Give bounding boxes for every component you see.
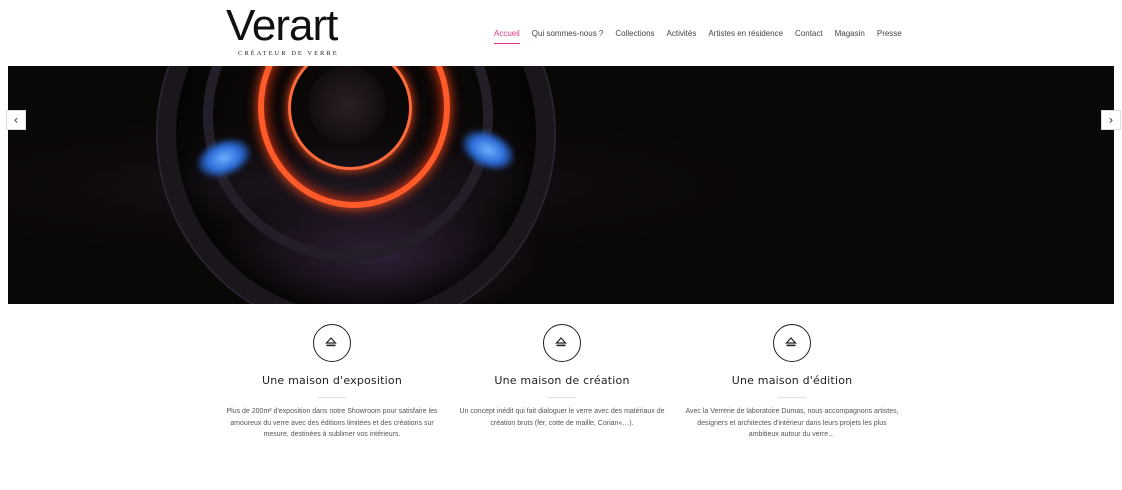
nav-item-presse[interactable]: Presse — [877, 29, 902, 38]
nav-item-collections[interactable]: Collections — [615, 29, 654, 38]
site-logo[interactable]: Verart CRÉATEUR DE VERRE — [226, 4, 346, 60]
eject-icon — [313, 324, 351, 362]
feature-description: Un concept inédit qui fait dialoguer le … — [459, 408, 665, 427]
nav-item-artistes-en-residence[interactable]: Artistes en résidence — [708, 29, 783, 38]
chevron-right-icon: › — [1108, 113, 1114, 127]
feature-divider — [548, 397, 576, 398]
hero-slider — [8, 66, 1114, 304]
feature-description: Avec la Verrerie de laboratoire Dumas, n… — [685, 408, 899, 438]
feature-title: Une maison d'exposition — [262, 374, 402, 387]
nav-item-contact[interactable]: Contact — [795, 29, 823, 38]
nav-item-qui-sommes-nous[interactable]: Qui sommes-nous ? — [532, 29, 604, 38]
hero-ring-center — [308, 66, 386, 144]
feature-creation: Une maison de création Un concept inédit… — [442, 324, 682, 429]
feature-divider — [318, 397, 346, 398]
eject-icon — [543, 324, 581, 362]
logo-tagline: CRÉATEUR DE VERRE — [238, 50, 339, 57]
main-nav: Accueil Qui sommes-nous ? Collections Ac… — [494, 29, 914, 44]
feature-edition: Une maison d'édition Avec la Verrerie de… — [672, 324, 912, 441]
logo-wordmark: Verart — [226, 1, 338, 50]
feature-description: Plus de 200m² d'exposition dans notre Sh… — [226, 408, 438, 438]
nav-item-activites[interactable]: Activités — [667, 29, 697, 38]
eject-icon — [773, 324, 811, 362]
site-header: Verart CRÉATEUR DE VERRE Accueil Qui som… — [0, 0, 1122, 66]
feature-exposition: Une maison d'exposition Plus de 200m² d'… — [212, 324, 452, 441]
feature-divider — [778, 397, 806, 398]
feature-title: Une maison de création — [494, 374, 630, 387]
chevron-left-icon: ‹ — [13, 113, 19, 127]
nav-item-magasin[interactable]: Magasin — [835, 29, 865, 38]
slider-prev-button[interactable]: ‹ — [6, 110, 26, 130]
nav-item-accueil[interactable]: Accueil — [494, 29, 520, 44]
slider-next-button[interactable]: › — [1101, 110, 1121, 130]
feature-title: Une maison d'édition — [731, 374, 853, 387]
